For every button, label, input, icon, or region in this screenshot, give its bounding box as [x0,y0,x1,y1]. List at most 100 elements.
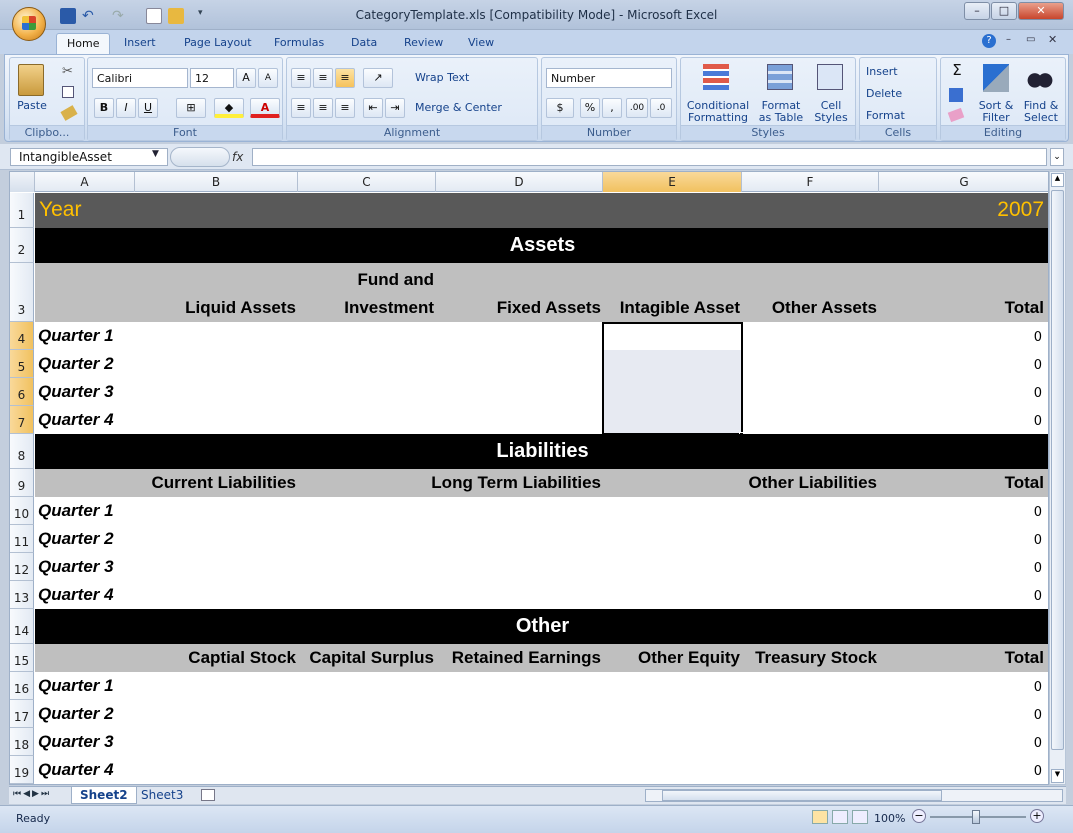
liabilities-total-q1[interactable]: 0 [1034,505,1042,520]
vertical-scrollbar[interactable]: ▲ ▼ [1049,171,1066,785]
ribbon-restore-icon[interactable]: ▭ [1026,34,1035,45]
row-header[interactable]: 18 [10,728,34,756]
align-center-icon[interactable]: ≡ [313,98,333,118]
row-header[interactable]: 13 [10,581,34,609]
intangible-asset-header[interactable]: Intagible Asset [603,298,740,318]
fixed-assets-header[interactable]: Fixed Assets [436,298,601,318]
row-header[interactable]: 3 [10,263,34,322]
other-equity-header[interactable]: Other Equity [603,648,740,668]
liquid-assets-header[interactable]: Liquid Assets [135,298,296,318]
year-label[interactable]: Year [39,198,81,222]
capital-surplus-header[interactable]: Capital Surplus [298,648,434,668]
number-format-select[interactable]: Number [546,68,672,88]
select-all-corner[interactable] [10,172,35,192]
align-right-icon[interactable]: ≡ [335,98,355,118]
row-header[interactable]: 6 [10,378,34,406]
row-header[interactable]: 5 [10,350,34,378]
delete-cells-button[interactable]: Delete [866,88,934,100]
scroll-down-icon[interactable]: ▼ [1051,769,1064,783]
cut-icon[interactable]: ✂ [62,64,73,79]
row-header[interactable]: 15 [10,644,34,672]
treasury-stock-header[interactable]: Treasury Stock [742,648,877,668]
expand-formula-bar-icon[interactable]: ⌄ [1050,148,1064,166]
name-box-dropdown-icon[interactable]: ▼ [152,149,159,159]
retained-earnings-header[interactable]: Retained Earnings [436,648,601,668]
formula-bar-divider-handle[interactable] [170,147,230,167]
column-header-b[interactable]: B [135,172,298,192]
other-total-q1[interactable]: 0 [1034,680,1042,695]
row-header[interactable]: 12 [10,553,34,581]
assets-quarter-1[interactable]: Quarter 1 [38,326,114,346]
tab-view[interactable]: View [458,33,504,54]
other-total-q2[interactable]: 0 [1034,708,1042,723]
other-title[interactable]: Other [35,615,1048,638]
paste-icon[interactable] [18,64,44,96]
underline-button[interactable]: U [138,98,158,118]
other-quarter-3[interactable]: Quarter 3 [38,732,114,752]
zoom-in-icon[interactable]: + [1030,809,1044,823]
column-header-d[interactable]: D [436,172,603,192]
align-bottom-icon[interactable]: ≡ [335,68,355,88]
row-header[interactable]: 4 [10,322,34,350]
assets-total-header[interactable]: Total [879,298,1044,318]
liabilities-total-q2[interactable]: 0 [1034,533,1042,548]
office-button[interactable] [12,7,46,41]
format-painter-icon[interactable] [60,105,78,121]
assets-title[interactable]: Assets [35,234,1048,257]
other-assets-header[interactable]: Other Assets [742,298,877,318]
row-header[interactable]: 17 [10,700,34,728]
conditional-formatting-icon[interactable] [703,64,729,90]
minimize-button[interactable]: – [964,2,990,20]
zoom-level[interactable]: 100% [874,812,905,825]
comma-button[interactable]: , [602,98,622,118]
column-header-g[interactable]: G [879,172,1048,192]
fill-color-icon[interactable]: ◆ [214,98,244,118]
insert-worksheet-icon[interactable] [201,789,215,801]
horizontal-scroll-thumb[interactable] [662,790,942,801]
row-header[interactable]: 19 [10,756,34,784]
row-header[interactable]: 10 [10,497,34,525]
sort-filter-button[interactable]: Sort & Filter [975,100,1017,124]
row-header[interactable]: 8 [10,434,34,469]
assets-quarter-3[interactable]: Quarter 3 [38,382,114,402]
liabilities-quarter-2[interactable]: Quarter 2 [38,529,114,549]
font-color-icon[interactable]: A [250,98,280,118]
capital-stock-header[interactable]: Captial Stock [135,648,296,668]
decrease-indent-icon[interactable]: ⇤ [363,98,383,118]
tab-data[interactable]: Data [341,33,387,54]
autosum-button[interactable]: Σ [947,63,967,78]
sort-filter-icon[interactable] [983,64,1009,92]
horizontal-scrollbar[interactable] [645,789,1063,802]
paste-button[interactable]: Paste [12,100,52,112]
zoom-out-icon[interactable]: − [912,809,926,823]
shrink-font-icon[interactable]: A [258,68,278,88]
page-layout-view-icon[interactable] [832,810,848,824]
assets-quarter-4[interactable]: Quarter 4 [38,410,114,430]
scroll-up-icon[interactable]: ▲ [1051,173,1064,187]
name-box[interactable]: IntangibleAsset [10,148,168,166]
row-header[interactable]: 2 [10,228,34,263]
long-term-liabilities-header[interactable]: Long Term Liabilities [365,473,601,493]
liabilities-total-q3[interactable]: 0 [1034,561,1042,576]
find-select-button[interactable]: Find & Select [1019,100,1063,124]
align-middle-icon[interactable]: ≡ [313,68,333,88]
maximize-button[interactable]: □ [991,2,1017,20]
selected-range-e4-e7[interactable] [602,322,743,435]
font-family-select[interactable]: Calibri [92,68,188,88]
assets-total-q4[interactable]: 0 [1034,414,1042,429]
other-total-q3[interactable]: 0 [1034,736,1042,751]
row-header[interactable]: 14 [10,609,34,644]
other-quarter-1[interactable]: Quarter 1 [38,676,114,696]
other-total-q4[interactable]: 0 [1034,764,1042,779]
format-as-table-button[interactable]: Format as Table [755,100,807,124]
row-header[interactable]: 7 [10,406,34,434]
row-header[interactable]: 1 [10,193,34,228]
zoom-slider-thumb[interactable] [972,810,980,824]
liabilities-quarter-3[interactable]: Quarter 3 [38,557,114,577]
font-size-select[interactable]: 12 [190,68,234,88]
sheet-tab-sheet2[interactable]: Sheet2 [71,787,137,804]
year-value[interactable]: 2007 [997,198,1044,222]
other-total-header[interactable]: Total [879,648,1044,668]
align-top-icon[interactable]: ≡ [291,68,311,88]
liabilities-quarter-4[interactable]: Quarter 4 [38,585,114,605]
